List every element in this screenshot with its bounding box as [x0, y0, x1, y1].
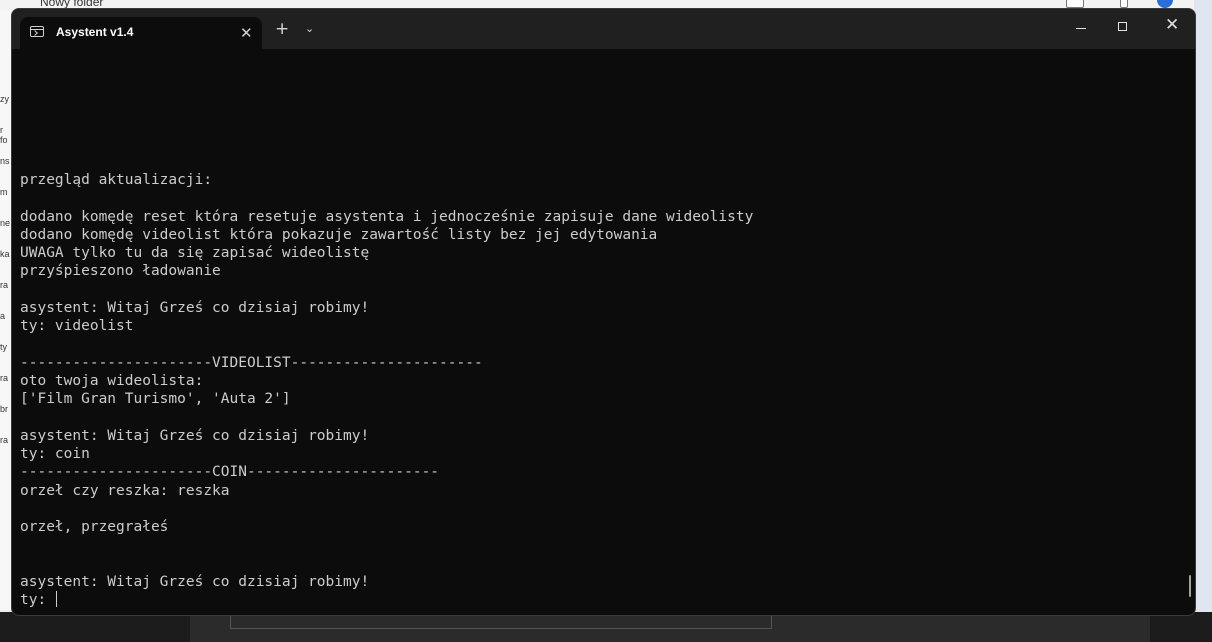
- terminal-line: ----------------------COIN--------------…: [20, 464, 440, 481]
- maximize-icon[interactable]: [1118, 22, 1127, 31]
- help-icon[interactable]: [1157, 0, 1173, 8]
- sidebar-fragment[interactable]: ra: [0, 373, 8, 383]
- terminal-window: Asystent v1.4 ✕ + ⌄ ✕ przegląd aktualiza…: [11, 8, 1196, 616]
- view-button[interactable]: [1066, 0, 1084, 8]
- title-bar[interactable]: Asystent v1.4 ✕ + ⌄ ✕: [12, 9, 1195, 49]
- terminal-line: orzeł czy reszka: reszka: [20, 482, 230, 499]
- prompt-label: ty:: [20, 592, 55, 608]
- tab-title: Asystent v1.4: [56, 25, 134, 39]
- terminal-line: ty: coin: [20, 446, 90, 463]
- terminal-line: UWAGA tylko tu da się zapisać wideolistę: [20, 245, 370, 262]
- sidebar-fragment[interactable]: a: [0, 311, 5, 321]
- sidebar-fragment[interactable]: ne: [0, 218, 10, 228]
- terminal-line: dodano komędę reset która resetuje asyst…: [20, 208, 754, 225]
- terminal-line: asystent: Witaj Grześ co dzisiaj robimy!: [20, 427, 370, 444]
- input-prompt[interactable]: ty:: [20, 591, 57, 609]
- text-cursor: [55, 591, 57, 607]
- sidebar-fragment[interactable]: m: [0, 187, 8, 197]
- terminal-line: ['Film Gran Turismo', 'Auta 2']: [20, 391, 291, 408]
- terminal-output[interactable]: przegląd aktualizacji: dodano komędę rese…: [20, 49, 1185, 615]
- close-tab-icon[interactable]: ✕: [240, 24, 253, 42]
- terminal-line: przegląd aktualizacji:: [20, 172, 213, 188]
- explorer-right-edge: [1194, 0, 1212, 642]
- panel-button[interactable]: [1120, 0, 1128, 8]
- sidebar-fragment[interactable]: ra: [0, 435, 8, 445]
- sidebar-fragment[interactable]: ra: [0, 280, 8, 290]
- sidebar-fragment[interactable]: ns: [0, 156, 10, 166]
- terminal-line: ----------------------VIDEOLIST---------…: [20, 354, 483, 371]
- new-tab-icon[interactable]: +: [275, 21, 289, 38]
- sidebar-fragment[interactable]: zy: [0, 94, 9, 104]
- sidebar-fragment[interactable]: ty: [0, 342, 7, 352]
- sidebar-fragment[interactable]: br: [0, 404, 8, 414]
- terminal-line: asystent: Witaj Grześ co dzisiaj robimy!: [20, 299, 370, 316]
- close-window-icon[interactable]: ✕: [1165, 17, 1179, 34]
- terminal-line: dodano komędę videolist która pokazuje z…: [20, 226, 658, 243]
- terminal-line: ty: videolist: [20, 318, 134, 335]
- terminal-line: orzeł, przegrałeś: [20, 519, 169, 536]
- sidebar-fragment[interactable]: ka: [0, 249, 10, 259]
- tab-asystent[interactable]: Asystent v1.4 ✕: [20, 17, 262, 49]
- chevron-down-icon[interactable]: ⌄: [305, 22, 314, 35]
- terminal-line: asystent: Witaj Grześ co dzisiaj robimy!: [20, 573, 370, 590]
- terminal-line: oto twoja wideolista:: [20, 372, 204, 389]
- terminal-line: przyśpieszono ładowanie: [20, 263, 221, 280]
- scrollbar-thumb[interactable]: [1189, 575, 1191, 597]
- minimize-icon[interactable]: [1071, 13, 1091, 43]
- terminal-icon: [30, 26, 44, 37]
